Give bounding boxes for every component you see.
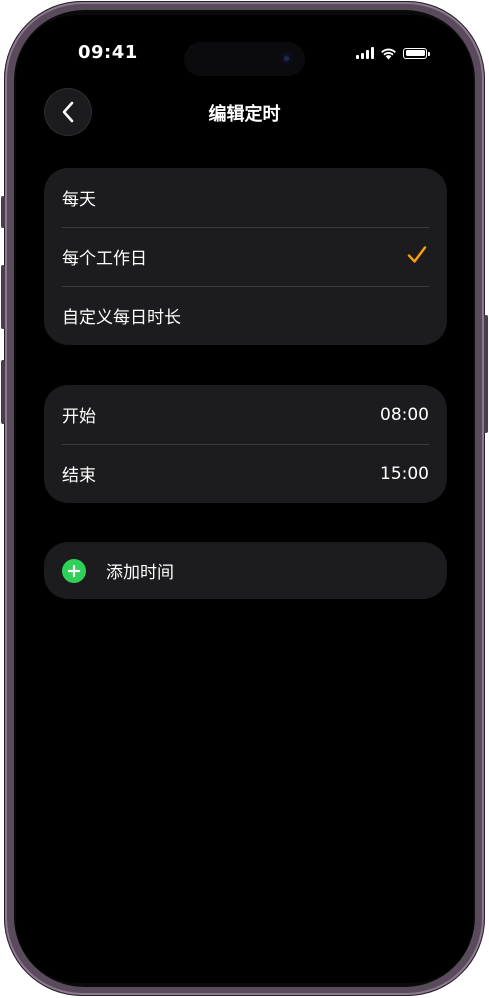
repeat-options-group: 每天 每个工作日 自定义每日时长	[44, 168, 447, 345]
wifi-icon	[381, 48, 396, 59]
repeat-option-label: 自定义每日时长	[62, 308, 181, 328]
add-time-button[interactable]: 添加时间	[44, 542, 447, 599]
end-time-value: 15:00	[380, 463, 429, 484]
repeat-option-weekdays[interactable]: 每个工作日	[44, 227, 447, 286]
cellular-signal-icon	[356, 47, 374, 59]
side-button-power	[484, 315, 488, 433]
side-button-volume-down	[1, 360, 5, 424]
repeat-option-label: 每个工作日	[62, 249, 147, 269]
status-icons	[356, 45, 430, 61]
add-time-label: 添加时间	[106, 563, 174, 583]
start-time-value: 08:00	[380, 404, 429, 425]
battery-icon	[403, 47, 430, 59]
plus-circle-icon	[62, 558, 86, 583]
end-label: 结束	[62, 466, 96, 486]
repeat-option-custom[interactable]: 自定义每日时长	[44, 286, 447, 345]
page-title: 编辑定时	[208, 104, 281, 125]
add-time-group: 添加时间	[44, 542, 447, 599]
checkmark-icon	[407, 246, 427, 263]
schedule-group: 开始 08:00 结束 15:00	[44, 385, 447, 503]
status-time: 09:41	[78, 42, 138, 63]
screen: 09:41 编辑定时 每天 每个工作日 自定义每日时长 开始 08:00 结束 …	[16, 15, 473, 983]
end-time-row[interactable]: 结束 15:00	[44, 444, 447, 503]
side-button-volume-up	[1, 265, 5, 329]
start-time-row[interactable]: 开始 08:00	[44, 385, 447, 444]
dynamic-island	[184, 42, 305, 76]
start-label: 开始	[62, 407, 96, 427]
camera-icon	[280, 52, 293, 65]
repeat-option-label: 每天	[62, 190, 96, 210]
side-button-action	[1, 196, 5, 228]
repeat-option-every-day[interactable]: 每天	[44, 168, 447, 227]
